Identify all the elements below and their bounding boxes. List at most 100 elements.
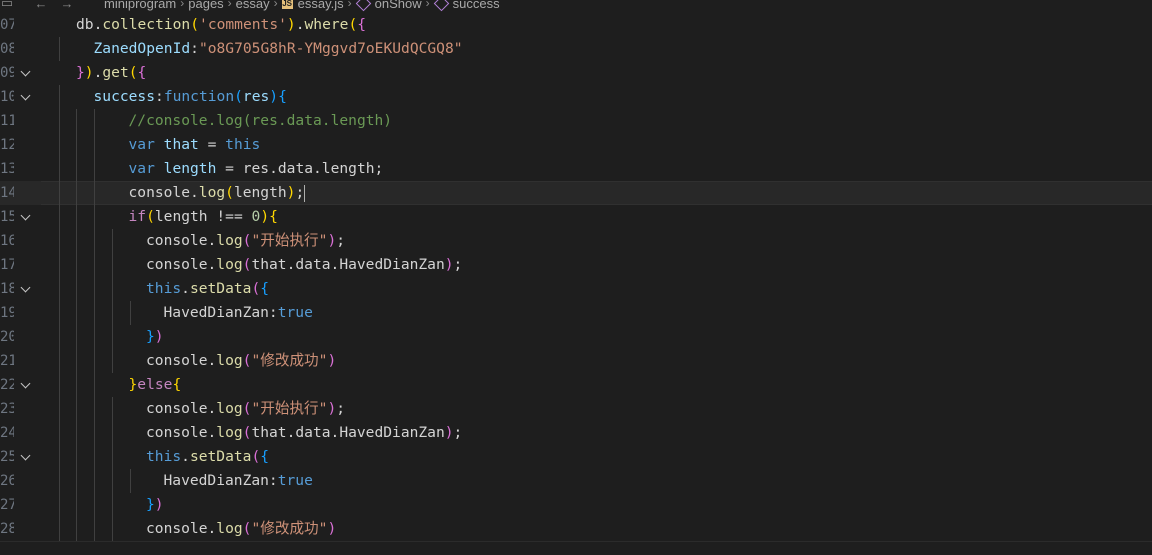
code-line[interactable]: 10 success:function(res){	[0, 85, 1152, 109]
indent-guide	[94, 157, 95, 181]
breadcrumb-item-success[interactable]: success	[453, 0, 500, 11]
code-line[interactable]: 25 this.setData({	[0, 445, 1152, 469]
line-number: 21	[0, 353, 14, 369]
code-line[interactable]: 08 ZanedOpenId:"o8G705G8hR-YMggvd7oEKUdQC…	[0, 37, 1152, 61]
code-token: {	[357, 16, 367, 33]
code-line[interactable]: 28 console.log("修改成功")	[0, 517, 1152, 541]
breadcrumb-item-pages[interactable]: pages	[188, 0, 223, 11]
code-token: length	[233, 184, 287, 201]
code-token: var	[128, 160, 155, 177]
indent-guide	[76, 301, 77, 325]
indent-guide	[76, 205, 77, 229]
indent-guide	[76, 133, 77, 157]
code-text: if(length !== 0){	[129, 205, 278, 229]
code-token: = res.data.length;	[216, 160, 384, 177]
code-token: length	[163, 160, 217, 177]
line-number: 12	[0, 137, 14, 153]
line-number: 19	[0, 305, 14, 321]
code-line[interactable]: 26 HavedDianZan:true	[0, 469, 1152, 493]
code-token: {	[137, 64, 147, 81]
fold-chevron-icon[interactable]	[20, 379, 32, 391]
code-line[interactable]: 18 this.setData({	[0, 277, 1152, 301]
indent-guide	[112, 325, 113, 349]
indent-guide	[59, 301, 60, 325]
code-token: if	[128, 208, 147, 225]
indent-guide	[76, 253, 77, 277]
forward-arrow-icon[interactable]: →	[60, 0, 74, 11]
indent-guide	[76, 277, 77, 301]
indent-guide	[59, 469, 60, 493]
code-text: console.log(that.data.HavedDianZan);	[146, 421, 462, 445]
code-line[interactable]: 23 console.log("开始执行");	[0, 397, 1152, 421]
code-token: {	[172, 376, 182, 393]
code-text: ZanedOpenId:"o8G705G8hR-YMggvd7oEKUdQCGQ…	[94, 37, 463, 61]
fold-chevron-icon[interactable]	[20, 211, 32, 223]
code-token: that.data.HavedDianZan	[251, 256, 445, 273]
code-token: res	[242, 88, 270, 105]
code-token: (	[190, 16, 200, 33]
breadcrumb-item-file[interactable]: essay.js	[298, 0, 344, 11]
code-text: var that = this	[129, 133, 261, 157]
code-line[interactable]: 07 db.collection('comments').where({	[0, 13, 1152, 37]
code-line[interactable]: 22}else{	[0, 373, 1152, 397]
fold-chevron-icon[interactable]	[20, 451, 32, 463]
code-token: "o8G705G8hR-YMggvd7oEKUdQCGQ8"	[198, 40, 463, 57]
indent-guide	[112, 349, 113, 373]
breadcrumb-item-onshow[interactable]: onShow	[375, 0, 422, 11]
code-line[interactable]: 19 HavedDianZan:true	[0, 301, 1152, 325]
code-line[interactable]: 16 console.log("开始执行");	[0, 229, 1152, 253]
breadcrumb-item-essay[interactable]: essay	[236, 0, 270, 11]
back-arrow-icon[interactable]: ←	[34, 0, 48, 11]
indent-guide	[94, 493, 95, 517]
indent-guide	[94, 133, 95, 157]
code-line[interactable]: 14 console.log(length);	[0, 181, 1152, 205]
code-token: console.	[128, 184, 199, 201]
code-line[interactable]: 12 var that = this	[0, 133, 1152, 157]
indent-guide	[94, 205, 95, 229]
code-line[interactable]: 24 console.log(that.data.HavedDianZan);	[0, 421, 1152, 445]
code-text: this.setData({	[146, 445, 269, 469]
text-cursor	[304, 184, 306, 202]
indent-guide	[94, 109, 95, 133]
indent-guide	[76, 517, 77, 541]
indent-guide	[76, 373, 77, 397]
code-text: console.log(length);	[129, 181, 306, 205]
code-token: }	[146, 328, 155, 345]
code-token: }	[146, 496, 155, 513]
line-number: 07	[0, 17, 14, 33]
code-line[interactable]: 20})	[0, 325, 1152, 349]
split-editor-icon[interactable]: ▭	[0, 0, 14, 11]
code-token: log	[198, 184, 226, 201]
code-token: (	[251, 280, 261, 297]
code-token: 开始执行	[260, 400, 319, 417]
code-line[interactable]: 17 console.log(that.data.HavedDianZan);	[0, 253, 1152, 277]
indent-guide	[94, 421, 95, 445]
code-token: collection	[102, 16, 191, 33]
code-line[interactable]: 21 console.log("修改成功")	[0, 349, 1152, 373]
line-number: 17	[0, 257, 14, 273]
code-line[interactable]: 09}).get({	[0, 61, 1152, 85]
indent-guide	[112, 301, 113, 325]
code-line[interactable]: 11 //console.log(res.data.length)	[0, 109, 1152, 133]
line-number: 28	[0, 521, 14, 537]
code-text: var length = res.data.length;	[129, 157, 384, 181]
indent-guide	[94, 253, 95, 277]
indent-guide	[94, 445, 95, 469]
fold-chevron-icon[interactable]	[20, 283, 32, 295]
code-token: }	[128, 376, 138, 393]
indent-guide	[59, 157, 60, 181]
line-number: 18	[0, 281, 14, 297]
code-editor[interactable]: 07 db.collection('comments').where({08 Zan…	[0, 13, 1152, 541]
fold-chevron-icon[interactable]	[20, 67, 32, 79]
method-symbol-icon	[355, 0, 371, 11]
code-token: HavedDianZan:	[163, 472, 278, 489]
breadcrumb-separator: ›	[347, 0, 352, 10]
code-token: )	[286, 16, 296, 33]
fold-chevron-icon[interactable]	[20, 91, 32, 103]
code-line[interactable]: 13 var length = res.data.length;	[0, 157, 1152, 181]
code-line[interactable]: 27})	[0, 493, 1152, 517]
code-line[interactable]: 15 if(length !== 0){	[0, 205, 1152, 229]
breadcrumb-item-miniprogram[interactable]: miniprogram	[104, 0, 176, 11]
